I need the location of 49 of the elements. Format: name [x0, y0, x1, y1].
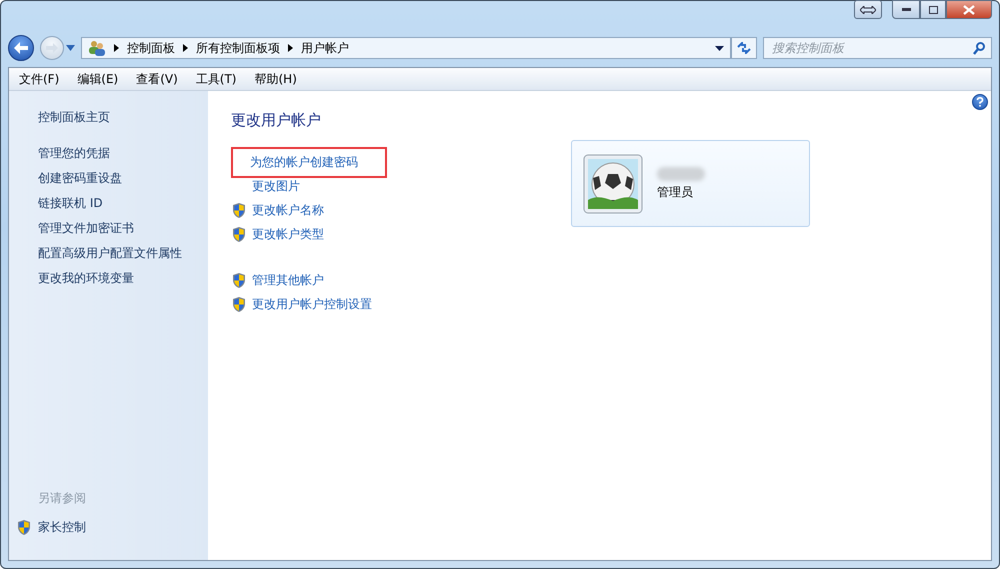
double-arrow-icon [860, 6, 876, 14]
breadcrumb-item[interactable]: 所有控制面板项 [196, 40, 280, 56]
task-link[interactable]: 管理其他帐户 [252, 272, 324, 288]
maximize-button[interactable] [920, 0, 946, 19]
forward-arrow-icon [46, 43, 58, 53]
menu-item[interactable]: 帮助(H) [254, 70, 297, 88]
search-field[interactable]: 搜索控制面板 [763, 37, 992, 59]
close-button[interactable] [946, 0, 992, 19]
sidebar-link[interactable]: 控制面板主页 [38, 105, 208, 130]
sidebar-link[interactable]: 链接联机 ID [38, 191, 208, 216]
breadcrumb-arrow-icon [288, 44, 293, 52]
breadcrumb-item[interactable]: 用户帐户 [301, 40, 349, 56]
sidebar-link[interactable]: 管理您的凭据 [38, 141, 208, 166]
users-icon [88, 40, 106, 56]
account-type-label: 管理员 [657, 184, 694, 200]
breadcrumb-arrow-icon [114, 44, 119, 52]
breadcrumb-arrow-icon [183, 44, 188, 52]
task-link[interactable]: 为您的帐户创建密码 [233, 148, 385, 176]
maximize-icon [928, 6, 938, 14]
back-button[interactable] [8, 35, 34, 61]
minimize-button[interactable] [892, 0, 920, 19]
sidebar-link[interactable]: 配置高级用户配置文件属性 [38, 241, 208, 266]
dropdown-caret-icon[interactable] [715, 46, 724, 50]
close-icon [963, 4, 975, 14]
sidebar-link[interactable]: 创建密码重设盘 [38, 166, 208, 191]
address-bar[interactable]: 控制面板 所有控制面板项 用户帐户 [81, 37, 731, 59]
back-arrow-icon [14, 42, 28, 54]
breadcrumb-item[interactable]: 控制面板 [127, 40, 175, 56]
refresh-arrows-icon [737, 42, 751, 54]
refresh-button[interactable] [731, 37, 757, 59]
task-link[interactable]: 更改用户帐户控制设置 [252, 296, 372, 312]
see-also-heading: 另请参阅 [38, 490, 87, 507]
task-link[interactable]: 更改帐户名称 [252, 202, 324, 218]
question-mark-icon [976, 97, 984, 107]
account-picture-drawing [583, 154, 643, 214]
sidebar-link[interactable]: 管理文件加密证书 [38, 216, 208, 241]
sidebar-link[interactable]: 更改我的环境变量 [38, 266, 208, 291]
help-button[interactable] [972, 94, 988, 110]
minimize-icon [902, 8, 910, 11]
search-icon [973, 42, 985, 55]
snap-button[interactable] [854, 0, 882, 19]
page-title: 更改用户帐户 [231, 111, 322, 130]
task-link[interactable]: 更改图片 [252, 178, 300, 194]
menu-item[interactable]: 编辑(E) [77, 70, 118, 88]
menu-item[interactable]: 查看(V) [136, 70, 178, 88]
task-link[interactable]: 更改帐户类型 [252, 226, 324, 242]
menu-item[interactable]: 文件(F) [19, 70, 60, 88]
menu-item[interactable]: 工具(T) [196, 70, 236, 88]
sidebar-link[interactable]: 家长控制 [38, 515, 86, 540]
